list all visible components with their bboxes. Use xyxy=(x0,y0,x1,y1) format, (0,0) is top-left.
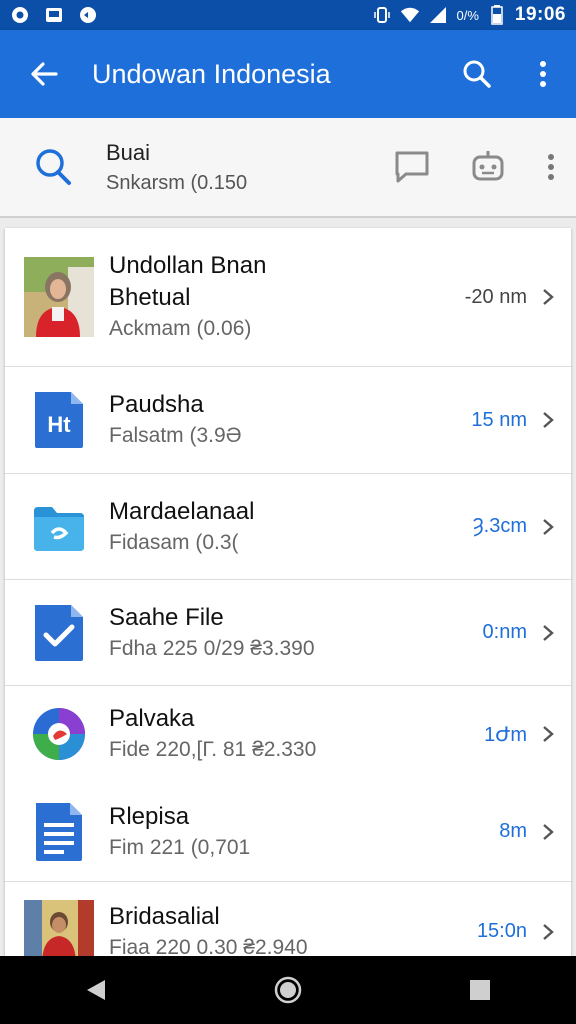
chevron-right-icon xyxy=(533,288,563,306)
nav-home-button[interactable] xyxy=(248,956,328,1024)
toolbar-search-button[interactable] xyxy=(0,117,106,217)
vibrate-icon xyxy=(372,5,392,25)
item-time: -20 nm xyxy=(464,285,527,308)
chevron-right-icon xyxy=(533,823,563,841)
bot-button[interactable] xyxy=(450,117,526,217)
list-item[interactable]: Palvaka Fide 220,[Г. 81 ₴2.330 1Ժm xyxy=(5,686,571,782)
chevron-right-icon xyxy=(533,411,563,429)
comment-button[interactable] xyxy=(374,117,450,217)
nav-home-icon xyxy=(274,976,302,1004)
app-bar: Undowan Indonesia xyxy=(0,30,576,118)
item-name: Bridasalial xyxy=(109,902,220,930)
battery-icon xyxy=(487,5,507,25)
list-item[interactable]: Saahe File Fdha 225 0/29 ₴3.390 0:nm xyxy=(5,580,571,686)
item-subtitle: Fim 221 (0,701 xyxy=(109,835,251,859)
nav-recents-icon xyxy=(470,980,490,1000)
chevron-right-icon xyxy=(533,725,563,743)
search-icon xyxy=(463,60,491,88)
chevron-right-icon xyxy=(533,923,563,941)
list-item[interactable]: Rlepisa Fim 221 (0,701 8m xyxy=(5,782,571,882)
file-list: Undollan Bnan Bhetual Ackmam (0.06) -20 … xyxy=(5,228,571,956)
item-subtitle: Fdha 225 0/29 ₴3.390 xyxy=(109,636,315,660)
comment-icon xyxy=(395,151,429,183)
list-item[interactable]: Mardaelanaal Fidasam (0.3( Ȝ.3cm xyxy=(5,474,571,580)
toolbar-title: Buai xyxy=(106,139,151,165)
battery-percent: 0/% xyxy=(456,7,479,23)
clock: 19:06 xyxy=(514,4,566,25)
back-arrow-icon xyxy=(31,62,58,86)
item-subtitle: Fide 220,[Г. 81 ₴2.330 xyxy=(109,738,317,761)
status-bar: 0/% 19:06 xyxy=(0,0,576,30)
item-name: Rlepisa xyxy=(109,802,190,830)
folder-icon xyxy=(23,487,95,567)
item-subtitle: Fiaa 220 0.30 ₴2.940 xyxy=(109,935,308,957)
item-time: 15 nm xyxy=(471,408,527,431)
list-item[interactable]: Ht Paudsha Falsatm (3.9Ә 15 nm xyxy=(5,367,571,474)
colorful-logo-icon xyxy=(23,694,95,774)
toolbar-more-button[interactable] xyxy=(526,117,576,217)
item-subtitle: Ackmam (0.06) xyxy=(109,317,252,340)
list-item[interactable]: Undollan Bnan Bhetual Ackmam (0.06) -20 … xyxy=(5,228,571,367)
robot-icon xyxy=(472,151,504,181)
search-toolbar: Buai Snkarsm (0.150 xyxy=(0,118,576,218)
more-vert-icon xyxy=(540,61,546,87)
nav-recents-button[interactable] xyxy=(440,956,520,1024)
chevron-right-icon xyxy=(533,518,563,536)
app-notification-icon xyxy=(78,5,98,25)
back-button[interactable] xyxy=(0,30,88,118)
item-subtitle: Fidasam (0.3( xyxy=(109,530,239,554)
item-name: Palvaka xyxy=(109,705,195,732)
chevron-right-icon xyxy=(533,624,563,642)
overflow-menu-button[interactable] xyxy=(510,30,576,118)
item-time: 0:nm xyxy=(482,621,527,643)
search-icon xyxy=(36,149,71,185)
search-button[interactable] xyxy=(444,30,510,118)
svg-text:Ht: Ht xyxy=(47,412,71,437)
list-doc-icon xyxy=(23,792,95,872)
notification-icon xyxy=(10,5,30,25)
item-name: Mardaelanaal xyxy=(109,497,255,525)
list-item[interactable]: Bridasalial Fiaa 220 0.30 ₴2.940 15:0n xyxy=(5,882,571,956)
item-name: Undollan Bnan xyxy=(109,252,267,279)
nav-back-icon xyxy=(87,980,105,1000)
system-nav-bar xyxy=(0,956,576,1024)
item-time: 15:0n xyxy=(476,920,527,942)
nav-back-button[interactable] xyxy=(56,956,136,1024)
item-name: Saahe File xyxy=(109,603,224,631)
wifi-icon xyxy=(400,5,420,25)
check-doc-icon xyxy=(23,593,95,673)
photo-avatar-2 xyxy=(23,892,95,956)
item-time: Ȝ.3cm xyxy=(472,515,527,537)
image-notification-icon xyxy=(44,5,64,25)
item-time: 1Ժm xyxy=(484,723,527,746)
toolbar-subtitle: Snkarsm (0.150 xyxy=(106,171,248,194)
signal-icon xyxy=(428,5,448,25)
toolbar-text: Buai Snkarsm (0.150 xyxy=(106,140,374,195)
item-name-line2: Bhetual xyxy=(109,284,191,311)
more-vert-icon xyxy=(548,154,554,180)
photo-avatar xyxy=(23,257,95,337)
item-subtitle: Falsatm (3.9Ә xyxy=(109,424,242,447)
item-name: Paudsha xyxy=(109,391,204,418)
doc-ht-icon: Ht xyxy=(23,380,95,460)
item-time: 8m xyxy=(499,820,527,842)
page-title: Undowan Indonesia xyxy=(92,58,331,89)
